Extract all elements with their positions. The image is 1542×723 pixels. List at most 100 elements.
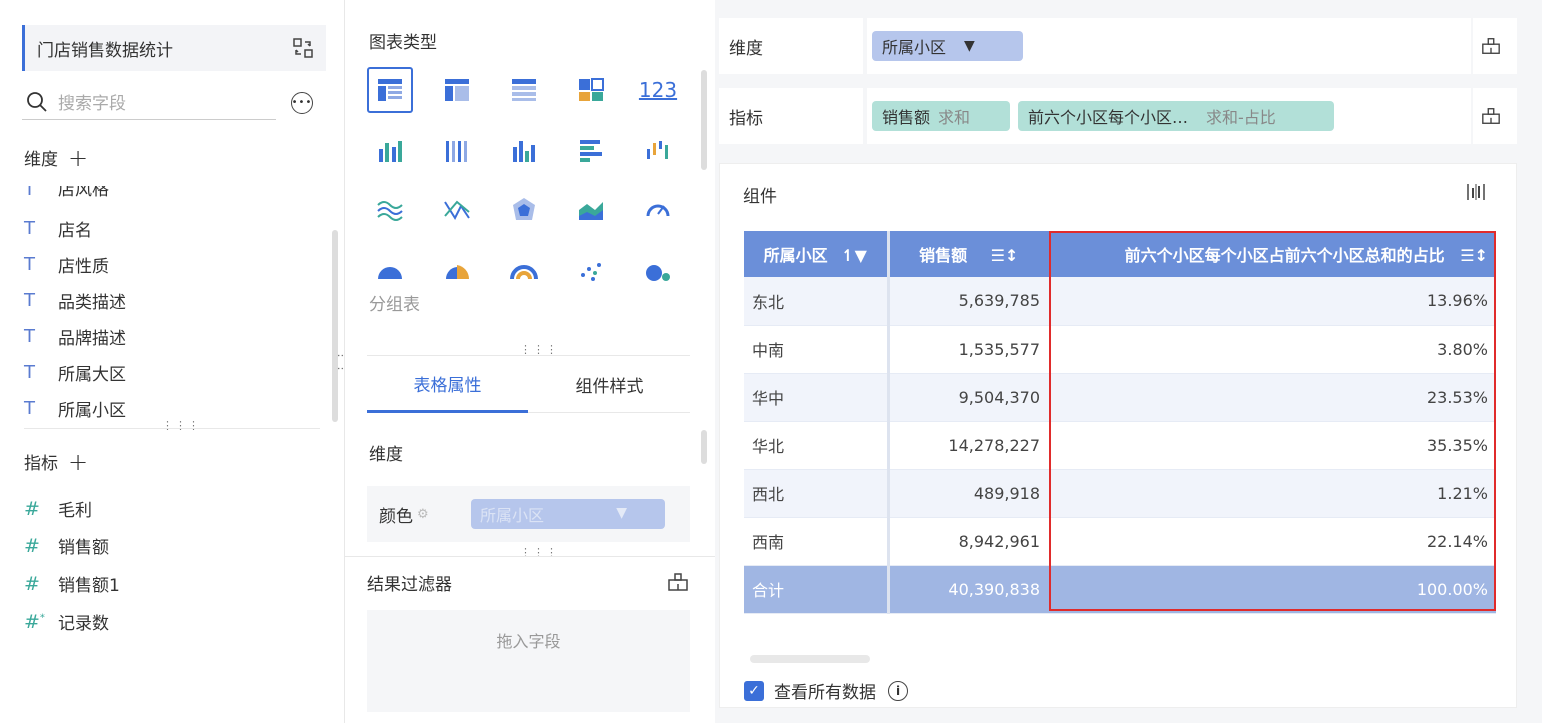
measure-field-item[interactable]: # 销售额 bbox=[24, 533, 109, 559]
bubble-chart-icon[interactable] bbox=[635, 248, 681, 294]
hierarchy-icon[interactable] bbox=[667, 572, 689, 592]
pie-chart-icon[interactable] bbox=[367, 248, 413, 294]
table-cell[interactable]: 东北 bbox=[744, 277, 890, 326]
color-field-chip[interactable]: 所属小区 ▼ bbox=[471, 499, 665, 529]
table-cell[interactable]: 华中 bbox=[744, 373, 890, 422]
table-cell[interactable]: 8,942,961 bbox=[888, 517, 1048, 566]
table-cell[interactable]: 华北 bbox=[744, 421, 890, 470]
gear-icon[interactable]: ⚙ bbox=[417, 507, 429, 522]
add-dimension-button[interactable]: + bbox=[68, 146, 88, 170]
table-cell[interactable]: 西北 bbox=[744, 469, 890, 518]
dimension-field-item[interactable]: T 品类描述 bbox=[24, 288, 126, 313]
grouped-table-chart-icon[interactable] bbox=[367, 67, 413, 113]
table-cell[interactable]: 35.35% bbox=[1048, 421, 1496, 470]
cross-table-chart-icon[interactable] bbox=[434, 67, 480, 113]
table-cell[interactable]: 1.21% bbox=[1048, 469, 1496, 518]
resize-handle[interactable]: ⋮⋮⋮ bbox=[162, 420, 201, 431]
grouped-bar-chart-icon[interactable] bbox=[367, 128, 413, 174]
gauge-chart-icon[interactable] bbox=[635, 187, 681, 233]
view-all-data-option[interactable]: ✓ 查看所有数据 i bbox=[744, 678, 908, 703]
dashboard-chart-icon[interactable] bbox=[568, 67, 614, 113]
stacked-bar-chart-icon[interactable] bbox=[434, 128, 480, 174]
color-field-name: 所属小区 bbox=[480, 506, 545, 525]
sort-icon[interactable]: ☰↕ bbox=[1460, 246, 1488, 265]
dimension-field-item[interactable]: T 店名 bbox=[24, 216, 92, 241]
radar-chart-icon[interactable] bbox=[501, 187, 547, 233]
swap-icon[interactable] bbox=[292, 37, 314, 59]
table-cell[interactable]: 中南 bbox=[744, 325, 890, 374]
measure-title: 指标 bbox=[24, 454, 58, 474]
measure-field-item[interactable]: # 毛利 bbox=[24, 496, 92, 522]
app-root: 门店销售数据统计 搜索字段 ••• 维度 + T 店风格 T 店名 T 店性质 T 品类描述 T… bbox=[0, 0, 1542, 723]
table-cell[interactable]: 22.14% bbox=[1048, 517, 1496, 566]
resize-handle-mid[interactable]: ⋮⋮⋮ bbox=[520, 344, 559, 355]
dimension-field-item[interactable]: T 所属小区 bbox=[24, 396, 126, 421]
table-cell[interactable]: 9,504,370 bbox=[888, 373, 1048, 422]
bar-chart-icon[interactable] bbox=[501, 128, 547, 174]
table-cell[interactable]: 5,639,785 bbox=[888, 277, 1048, 326]
property-scrollbar[interactable] bbox=[701, 430, 707, 464]
field-label: 销售额 bbox=[58, 538, 109, 558]
column-header-region[interactable]: 所属小区 ↿▼ bbox=[744, 231, 890, 277]
table-cell[interactable]: 23.53% bbox=[1048, 373, 1496, 422]
horizontal-scrollbar[interactable] bbox=[750, 655, 870, 663]
horizontal-bar-chart-icon[interactable] bbox=[568, 128, 614, 174]
table-cell[interactable]: 1,535,577 bbox=[888, 325, 1048, 374]
tab-table-properties[interactable]: 表格属性 bbox=[367, 356, 528, 413]
dimension-field-item[interactable]: T 店性质 bbox=[24, 252, 109, 277]
line-chart-icon[interactable] bbox=[367, 187, 413, 233]
column-header-sales[interactable]: 销售额 ☰↕ bbox=[888, 231, 1048, 277]
search-field[interactable]: 搜索字段 bbox=[22, 84, 276, 120]
hierarchy-icon[interactable] bbox=[1481, 106, 1501, 126]
more-icon[interactable]: ••• bbox=[291, 92, 313, 114]
measure-field-item[interactable]: #* 记录数 bbox=[24, 609, 109, 635]
waterfall-chart-icon[interactable] bbox=[635, 128, 681, 174]
add-measure-button[interactable]: + bbox=[68, 450, 88, 474]
dimension-field-item[interactable]: T 店风格 bbox=[24, 186, 109, 200]
table-row: 中南 1,535,577 3.80% bbox=[744, 325, 1496, 374]
chart-type-scrollbar[interactable] bbox=[701, 70, 707, 170]
dimension-shelf: 维度 所属小区 ▼ bbox=[719, 18, 1517, 74]
dimension-chip[interactable]: 所属小区 ▼ bbox=[872, 31, 1023, 61]
sunburst-chart-icon[interactable] bbox=[501, 248, 547, 294]
area-chart-icon[interactable] bbox=[568, 187, 614, 233]
search-input[interactable]: 搜索字段 bbox=[58, 89, 126, 114]
result-filter-title: 结果过滤器 bbox=[367, 575, 452, 595]
measure-chip-name: 销售额 bbox=[882, 108, 931, 127]
checkbox[interactable]: ✓ bbox=[744, 680, 764, 701]
field-label: 记录数 bbox=[58, 614, 109, 634]
column-header-ratio[interactable]: 前六个小区每个小区占前六个小区总和的占比 ☰↕ bbox=[1048, 231, 1496, 277]
color-property: 颜色 ⚙ 所属小区 ▼ bbox=[367, 486, 690, 542]
sort-filter-icon[interactable]: ↿▼ bbox=[841, 246, 867, 265]
hierarchy-icon[interactable] bbox=[1481, 36, 1501, 56]
measure-field-item[interactable]: # 销售额1 bbox=[24, 571, 120, 597]
dimension-field-item[interactable]: T 所属大区 bbox=[24, 360, 126, 385]
field-label: 店性质 bbox=[58, 257, 109, 277]
table-cell[interactable]: 3.80% bbox=[1048, 325, 1496, 374]
table-cell[interactable]: 西南 bbox=[744, 517, 890, 566]
section-divider-mid bbox=[345, 556, 715, 557]
sort-icon[interactable]: ☰↕ bbox=[991, 246, 1019, 265]
number-type-icon: #* bbox=[24, 610, 45, 633]
dimension-field-item[interactable]: T 品牌描述 bbox=[24, 324, 126, 349]
column-width-icon[interactable] bbox=[1466, 182, 1486, 206]
field-list-scrollbar[interactable] bbox=[332, 230, 338, 422]
table-cell[interactable]: 489,918 bbox=[888, 469, 1048, 518]
info-icon[interactable]: i bbox=[888, 680, 908, 701]
scatter-chart-icon[interactable] bbox=[568, 248, 614, 294]
polyline-chart-icon[interactable] bbox=[434, 187, 480, 233]
tab-component-style[interactable]: 组件样式 bbox=[529, 356, 690, 413]
column-header-label: 前六个小区每个小区占前六个小区总和的占比 bbox=[1124, 246, 1445, 265]
search-icon bbox=[27, 91, 47, 112]
kpi-number-chart-icon[interactable]: 123 bbox=[635, 67, 681, 113]
dimension-title: 维度 bbox=[24, 150, 58, 170]
table-cell[interactable]: 13.96% bbox=[1048, 277, 1496, 326]
filter-drop-zone[interactable]: 拖入字段 bbox=[367, 610, 690, 712]
measure-chip-sales[interactable]: 销售额 求和 bbox=[872, 101, 1010, 131]
detail-table-chart-icon[interactable] bbox=[501, 67, 547, 113]
table-cell[interactable]: 14,278,227 bbox=[888, 421, 1048, 470]
view-all-label: 查看所有数据 bbox=[774, 683, 876, 703]
rose-chart-icon[interactable] bbox=[434, 248, 480, 294]
measure-chip-ratio[interactable]: 前六个小区每个小区… 求和-占比 bbox=[1018, 101, 1334, 131]
dataset-selector[interactable]: 门店销售数据统计 bbox=[22, 25, 326, 71]
